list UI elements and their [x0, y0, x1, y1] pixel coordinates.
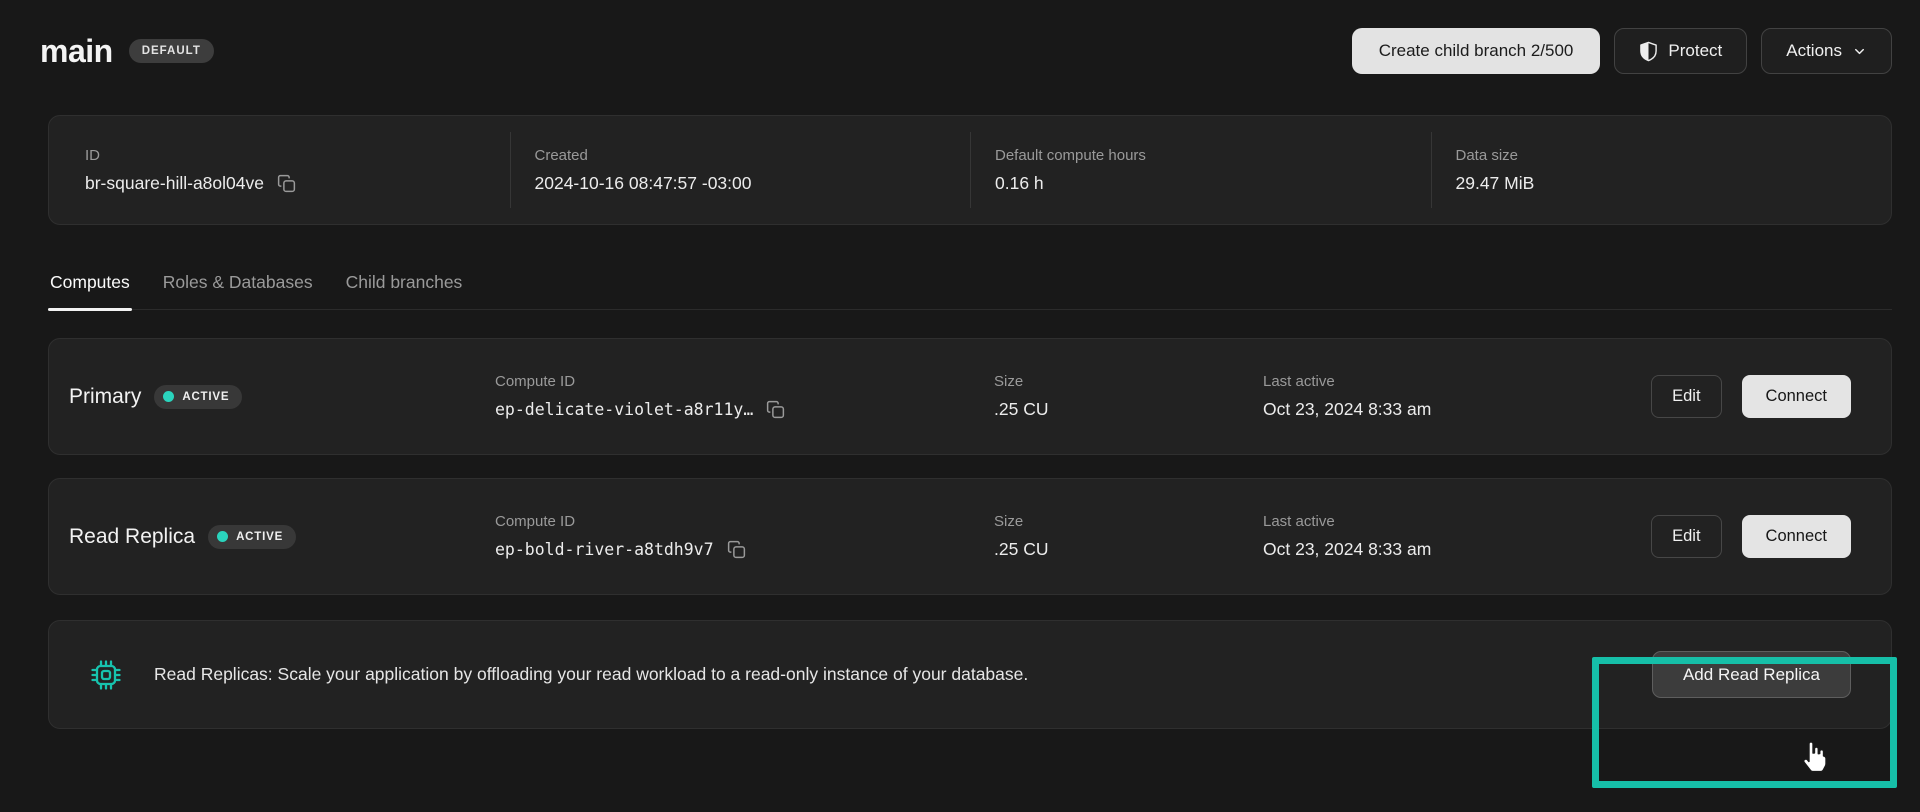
compute-name: Read Replica — [69, 525, 195, 549]
data-size-value: 29.47 MiB — [1456, 173, 1535, 194]
last-active-value: Oct 23, 2024 8:33 am — [1263, 539, 1431, 560]
compute-id-label: Compute ID — [495, 373, 994, 390]
last-active-value: Oct 23, 2024 8:33 am — [1263, 399, 1431, 420]
compute-hours-field: Default compute hours 0.16 h — [970, 132, 1431, 208]
status-text: ACTIVE — [236, 531, 283, 543]
branch-id-value: br-square-hill-a8ol04ve — [85, 173, 264, 194]
compute-name: Primary — [69, 385, 141, 409]
branch-id-field: ID br-square-hill-a8ol04ve — [49, 132, 510, 208]
size-label: Size — [994, 513, 1263, 530]
status-badge: ACTIVE — [208, 525, 296, 549]
created-field: Created 2024-10-16 08:47:57 -03:00 — [510, 132, 971, 208]
created-value: 2024-10-16 08:47:57 -03:00 — [535, 173, 752, 194]
connect-button[interactable]: Connect — [1742, 375, 1851, 418]
cursor-pointer-icon — [1798, 740, 1829, 780]
banner-message: Read Replicas: Scale your application by… — [154, 664, 1652, 685]
shield-icon — [1639, 41, 1658, 62]
edit-button[interactable]: Edit — [1651, 515, 1721, 558]
tab-bar: Computes Roles & Databases Child branche… — [48, 272, 1892, 310]
copy-compute-id-button[interactable] — [765, 399, 786, 420]
chip-icon — [89, 658, 123, 692]
topbar-actions: Create child branch 2/500 Protect Action… — [1352, 28, 1892, 74]
copy-compute-id-button[interactable] — [726, 539, 747, 560]
branch-title-group: main DEFAULT — [40, 33, 214, 70]
size-value: .25 CU — [994, 399, 1048, 420]
compute-row-primary: Primary ACTIVE Compute ID ep-delicate-vi… — [48, 338, 1892, 455]
compute-row-read-replica: Read Replica ACTIVE Compute ID ep-bold-r… — [48, 478, 1892, 595]
data-size-field: Data size 29.47 MiB — [1431, 132, 1892, 208]
compute-id-value: ep-delicate-violet-a8r11y… — [495, 400, 753, 419]
last-active-field: Last active Oct 23, 2024 8:33 am — [1263, 373, 1651, 420]
actions-button[interactable]: Actions — [1761, 28, 1892, 74]
branch-id-label: ID — [85, 147, 510, 164]
copy-icon — [726, 539, 747, 560]
size-label: Size — [994, 373, 1263, 390]
read-replica-banner: Read Replicas: Scale your application by… — [48, 620, 1892, 729]
data-size-label: Data size — [1456, 147, 1892, 164]
last-active-field: Last active Oct 23, 2024 8:33 am — [1263, 513, 1651, 560]
compute-id-field: Compute ID ep-delicate-violet-a8r11y… — [495, 373, 994, 420]
active-dot-icon — [217, 531, 228, 542]
tab-child-branches[interactable]: Child branches — [344, 272, 465, 309]
status-text: ACTIVE — [182, 391, 229, 403]
protect-button[interactable]: Protect — [1614, 28, 1747, 74]
compute-id-value: ep-bold-river-a8tdh9v7 — [495, 540, 714, 559]
compute-id-field: Compute ID ep-bold-river-a8tdh9v7 — [495, 513, 994, 560]
edit-button[interactable]: Edit — [1651, 375, 1721, 418]
compute-hours-value: 0.16 h — [995, 173, 1044, 194]
size-value: .25 CU — [994, 539, 1048, 560]
active-dot-icon — [163, 391, 174, 402]
add-read-replica-button[interactable]: Add Read Replica — [1652, 651, 1851, 698]
copy-branch-id-button[interactable] — [276, 173, 297, 194]
page-title: main — [40, 33, 113, 70]
tab-computes[interactable]: Computes — [48, 272, 132, 309]
tab-roles-databases[interactable]: Roles & Databases — [161, 272, 315, 309]
size-field: Size .25 CU — [994, 513, 1263, 560]
default-badge: DEFAULT — [129, 39, 214, 63]
last-active-label: Last active — [1263, 513, 1651, 530]
last-active-label: Last active — [1263, 373, 1651, 390]
created-label: Created — [535, 147, 971, 164]
size-field: Size .25 CU — [994, 373, 1263, 420]
actions-button-label: Actions — [1786, 41, 1842, 61]
branch-info-card: ID br-square-hill-a8ol04ve Created 2024-… — [48, 115, 1892, 225]
protect-button-label: Protect — [1668, 41, 1722, 61]
status-badge: ACTIVE — [154, 385, 242, 409]
create-child-branch-button[interactable]: Create child branch 2/500 — [1352, 28, 1601, 74]
topbar: main DEFAULT Create child branch 2/500 P… — [0, 0, 1920, 74]
compute-hours-label: Default compute hours — [995, 147, 1431, 164]
copy-icon — [276, 173, 297, 194]
compute-id-label: Compute ID — [495, 513, 994, 530]
connect-button[interactable]: Connect — [1742, 515, 1851, 558]
copy-icon — [765, 399, 786, 420]
chevron-down-icon — [1852, 44, 1867, 59]
